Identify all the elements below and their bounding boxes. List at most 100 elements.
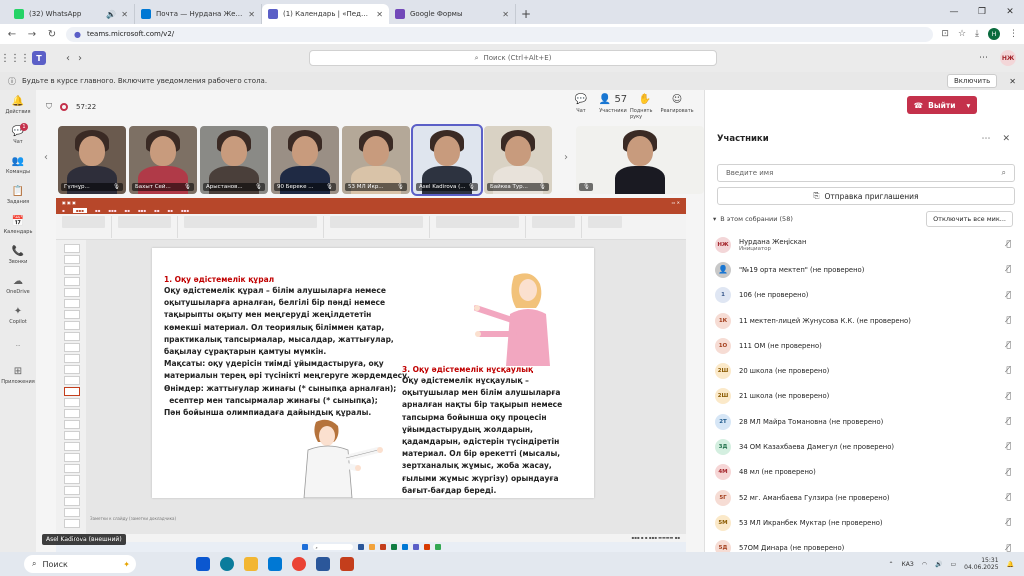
slide-thumbnail[interactable]	[64, 277, 80, 286]
bookmark-icon[interactable]: ☆	[958, 29, 966, 39]
back-icon[interactable]: ←	[6, 29, 18, 40]
outlook-icon[interactable]	[268, 557, 282, 571]
forward-nav-icon[interactable]: ›	[78, 53, 82, 64]
site-info-icon[interactable]: ●	[74, 30, 81, 39]
slide-thumbnail[interactable]	[64, 453, 80, 462]
mic-off-icon[interactable]: 🎙̸	[1006, 264, 1011, 273]
browser-tab-2[interactable]: Почта — Нурдана Жеңіскан — ✕	[135, 4, 262, 24]
windows-search[interactable]: ⌕ Поиск ✦	[24, 555, 136, 573]
rail-item-1[interactable]: 🔔 Действия	[0, 90, 36, 120]
maximize-icon[interactable]: ❐	[968, 0, 996, 24]
slide-thumbnail[interactable]	[64, 299, 80, 308]
rail-item-3[interactable]: 👥 Команды	[0, 150, 36, 180]
teams-search-input[interactable]: ⌕ Поиск (Ctrl+Alt+E)	[309, 50, 717, 66]
tray-chevron-icon[interactable]: ⌃	[889, 561, 894, 568]
edge-icon[interactable]	[220, 557, 234, 571]
video-tile-7[interactable]: Байкеа Тур... 🎙	[484, 126, 552, 194]
slide-thumbnail[interactable]	[64, 332, 80, 341]
meeting-control-4[interactable]: ☺ Реагировать	[660, 94, 693, 120]
powerpoint-icon[interactable]	[340, 557, 354, 571]
slide-thumbnail[interactable]	[64, 321, 80, 330]
slide-thumbnail[interactable]	[64, 376, 80, 385]
battery-icon[interactable]: ▭	[950, 561, 956, 568]
close-tab-icon[interactable]: ✕	[248, 10, 255, 19]
rail-item-4[interactable]: 📋 Задания	[0, 180, 36, 210]
video-tile-1[interactable]: Гүлнұр... 🎙	[58, 126, 126, 194]
download-icon[interactable]: ⤓	[975, 29, 979, 39]
slide-thumbnail[interactable]	[64, 343, 80, 352]
meeting-control-2[interactable]: 👤 57 Участники	[598, 94, 628, 120]
forward-icon[interactable]: →	[26, 29, 38, 40]
slide-thumbnail[interactable]	[64, 497, 80, 506]
user-avatar[interactable]: НЖ	[1000, 50, 1016, 66]
slide-thumbnail[interactable]	[64, 387, 80, 396]
mic-off-icon[interactable]: 🎙̸	[1006, 239, 1011, 248]
more-options-icon[interactable]: ⋯	[981, 134, 990, 144]
send-invite-button[interactable]: ⎘ Отправка приглашения	[717, 187, 1015, 205]
participant-row[interactable]: 1О 111 ОМ (не проверено) 🎙̸	[715, 333, 1015, 358]
url-field[interactable]: ● teams.microsoft.com/v2/	[66, 26, 934, 42]
slide-thumbnail[interactable]	[64, 398, 80, 407]
mic-off-icon[interactable]: 🎙̸	[1006, 416, 1011, 425]
participant-search-input[interactable]: Введите имя ⌕	[717, 164, 1015, 182]
slide-thumbnail[interactable]	[64, 519, 80, 528]
participant-row[interactable]: 1 106 (не проверено) 🎙̸	[715, 283, 1015, 308]
leave-meeting-button[interactable]: ☎ Выйти ▾	[907, 96, 977, 114]
mic-off-icon[interactable]: 🎙̸	[1006, 391, 1011, 400]
chevron-left-icon[interactable]: ‹	[44, 152, 48, 163]
mic-off-icon[interactable]: 🎙̸	[1006, 290, 1011, 299]
close-window-icon[interactable]: ✕	[996, 0, 1024, 24]
speaker-icon[interactable]: 🔊	[106, 10, 116, 19]
participant-row[interactable]: 4М 48 мл (не проверено) 🎙̸	[715, 460, 1015, 485]
profile-avatar[interactable]: Н	[988, 28, 1000, 40]
video-tile-4[interactable]: 90 Береке ... 🎙	[271, 126, 339, 194]
more-options-icon[interactable]: ⋯	[979, 53, 988, 63]
mic-off-icon[interactable]: 🎙̸	[1006, 315, 1011, 324]
slide-thumbnail[interactable]	[64, 288, 80, 297]
close-panel-icon[interactable]: ✕	[1002, 134, 1010, 144]
new-tab-button[interactable]: +	[516, 4, 536, 24]
video-tile-6[interactable]: Asel Kadirova (... 🎙	[411, 124, 483, 196]
slide-thumbnail[interactable]	[64, 508, 80, 517]
slide-thumbnail[interactable]	[64, 475, 80, 484]
slide-thumbnail[interactable]	[64, 442, 80, 451]
video-tile-8[interactable]: 🎙	[576, 126, 704, 194]
slide-thumbnail[interactable]	[64, 266, 80, 275]
rail-item-10[interactable]: ⊞ Приложения	[0, 360, 36, 390]
slide-thumbnail[interactable]	[64, 420, 80, 429]
slide-thumbnail[interactable]	[64, 486, 80, 495]
wifi-icon[interactable]: ◠	[922, 561, 927, 568]
browser-tab-3[interactable]: (1) Календарь | «Педагог» ✕	[262, 4, 389, 24]
close-tab-icon[interactable]: ✕	[502, 10, 509, 19]
participant-row[interactable]: 2Ш 21 школа (не проверено) 🎙̸	[715, 384, 1015, 409]
rail-item-6[interactable]: 📞 Звонки	[0, 240, 36, 270]
participant-row[interactable]: 3Д 34 ОМ Казахбаева Дамегул (не проверено…	[715, 434, 1015, 459]
chrome-icon[interactable]	[292, 557, 306, 571]
participant-row[interactable]: 5Г 52 мг. Аманбаева Гулзира (не проверено…	[715, 485, 1015, 510]
video-tile-5[interactable]: 53 МЛ Икр... 🎙	[342, 126, 410, 194]
mic-off-icon[interactable]: 🎙̸	[1006, 543, 1011, 552]
close-icon[interactable]: ✕	[1009, 77, 1016, 86]
browser-menu-icon[interactable]: ⋮	[1009, 29, 1018, 39]
browser-tab-4[interactable]: Google Формы ✕	[389, 4, 516, 24]
app-launcher-icon[interactable]: ⋮⋮⋮	[0, 53, 30, 64]
rail-item-8[interactable]: ✦ Copilot	[0, 300, 36, 330]
file-explorer-icon[interactable]	[244, 557, 258, 571]
mic-off-icon[interactable]: 🎙̸	[1006, 492, 1011, 501]
participant-row[interactable]: 👤 "№19 орта мектеп" (не проверено) 🎙̸	[715, 257, 1015, 282]
participant-row[interactable]: 2Ш 20 школа (не проверено) 🎙̸	[715, 358, 1015, 383]
language-indicator[interactable]: КАЗ	[902, 561, 914, 568]
volume-icon[interactable]: 🔊	[935, 561, 942, 568]
meeting-control-1[interactable]: 💬 Чат	[566, 94, 596, 120]
clock[interactable]: 15:31 04.06.2025	[964, 557, 998, 571]
browser-tab-1[interactable]: (32) WhatsApp 🔊 ✕	[8, 4, 135, 24]
back-nav-icon[interactable]: ‹	[66, 53, 70, 64]
slide-thumbnail[interactable]	[64, 310, 80, 319]
participant-row[interactable]: 5М 53 МЛ Икранбек Муктар (не проверено) 🎙̸	[715, 510, 1015, 535]
mic-off-icon[interactable]: 🎙̸	[1006, 441, 1011, 450]
slide-thumbnail[interactable]	[64, 409, 80, 418]
participant-row[interactable]: 1К 11 мектеп-лицей Жунусова К.К. (не пров…	[715, 308, 1015, 333]
slide-thumbnail[interactable]	[64, 464, 80, 473]
rail-item-9[interactable]: ...	[0, 330, 36, 360]
mic-off-icon[interactable]: 🎙̸	[1006, 467, 1011, 476]
